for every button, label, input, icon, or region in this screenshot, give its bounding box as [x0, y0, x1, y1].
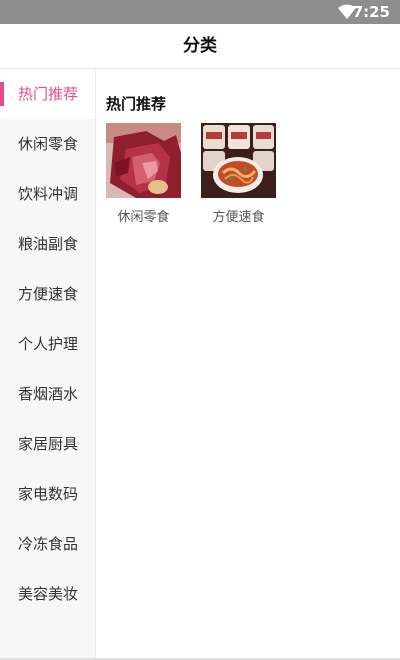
category-card-label: 方便速食: [212, 210, 265, 225]
sidebar-item-label: 个人护理: [18, 335, 79, 353]
snack-image: [106, 123, 181, 198]
category-sidebar: 热门推荐 休闲零食 饮料冲调 粮油副食 方便速食 个人护理 香烟酒水 家居厨具 …: [0, 69, 96, 660]
instant-food-image: [201, 123, 276, 198]
sidebar-item-label: 休闲零食: [18, 135, 79, 153]
sidebar-item-personal-care[interactable]: 个人护理: [0, 319, 95, 369]
sidebar-item-label: 家居厨具: [18, 435, 79, 453]
sidebar-item-tobacco-alcohol[interactable]: 香烟酒水: [0, 369, 95, 419]
status-bar: 7:25: [0, 0, 400, 24]
page-title: 分类: [183, 36, 217, 56]
sidebar-item-label: 热门推荐: [18, 85, 79, 103]
sidebar-item-label: 饮料冲调: [18, 185, 79, 203]
section-title: 热门推荐: [106, 95, 167, 113]
sidebar-item-label: 方便速食: [18, 285, 79, 303]
category-card-snacks[interactable]: 休闲零食: [106, 123, 181, 225]
sidebar-item-hot[interactable]: 热门推荐: [0, 69, 95, 119]
sidebar-item-grain-oil[interactable]: 粮油副食: [0, 219, 95, 269]
category-card-label: 休闲零食: [117, 210, 170, 225]
sidebar-item-label: 粮油副食: [18, 235, 79, 253]
sidebar-item-label: 美容美妆: [18, 585, 79, 603]
sidebar-item-snacks[interactable]: 休闲零食: [0, 119, 95, 169]
sidebar-item-kitchenware[interactable]: 家居厨具: [0, 419, 95, 469]
sidebar-item-drinks[interactable]: 饮料冲调: [0, 169, 95, 219]
category-card-instant-food[interactable]: 方便速食: [201, 123, 276, 225]
sidebar-item-label: 家电数码: [18, 485, 79, 503]
sidebar-item-beauty[interactable]: 美容美妆: [0, 569, 95, 619]
sidebar-item-label: 香烟酒水: [18, 385, 79, 403]
sidebar-item-instant-food[interactable]: 方便速食: [0, 269, 95, 319]
page-header: 分类: [0, 24, 400, 69]
status-time: 7:25: [352, 3, 390, 21]
category-content: 热门推荐 休闲零食 方便速食: [96, 69, 400, 660]
sidebar-item-electronics[interactable]: 家电数码: [0, 469, 95, 519]
sidebar-item-label: 冷冻食品: [18, 535, 79, 553]
sidebar-item-frozen-food[interactable]: 冷冻食品: [0, 519, 95, 569]
